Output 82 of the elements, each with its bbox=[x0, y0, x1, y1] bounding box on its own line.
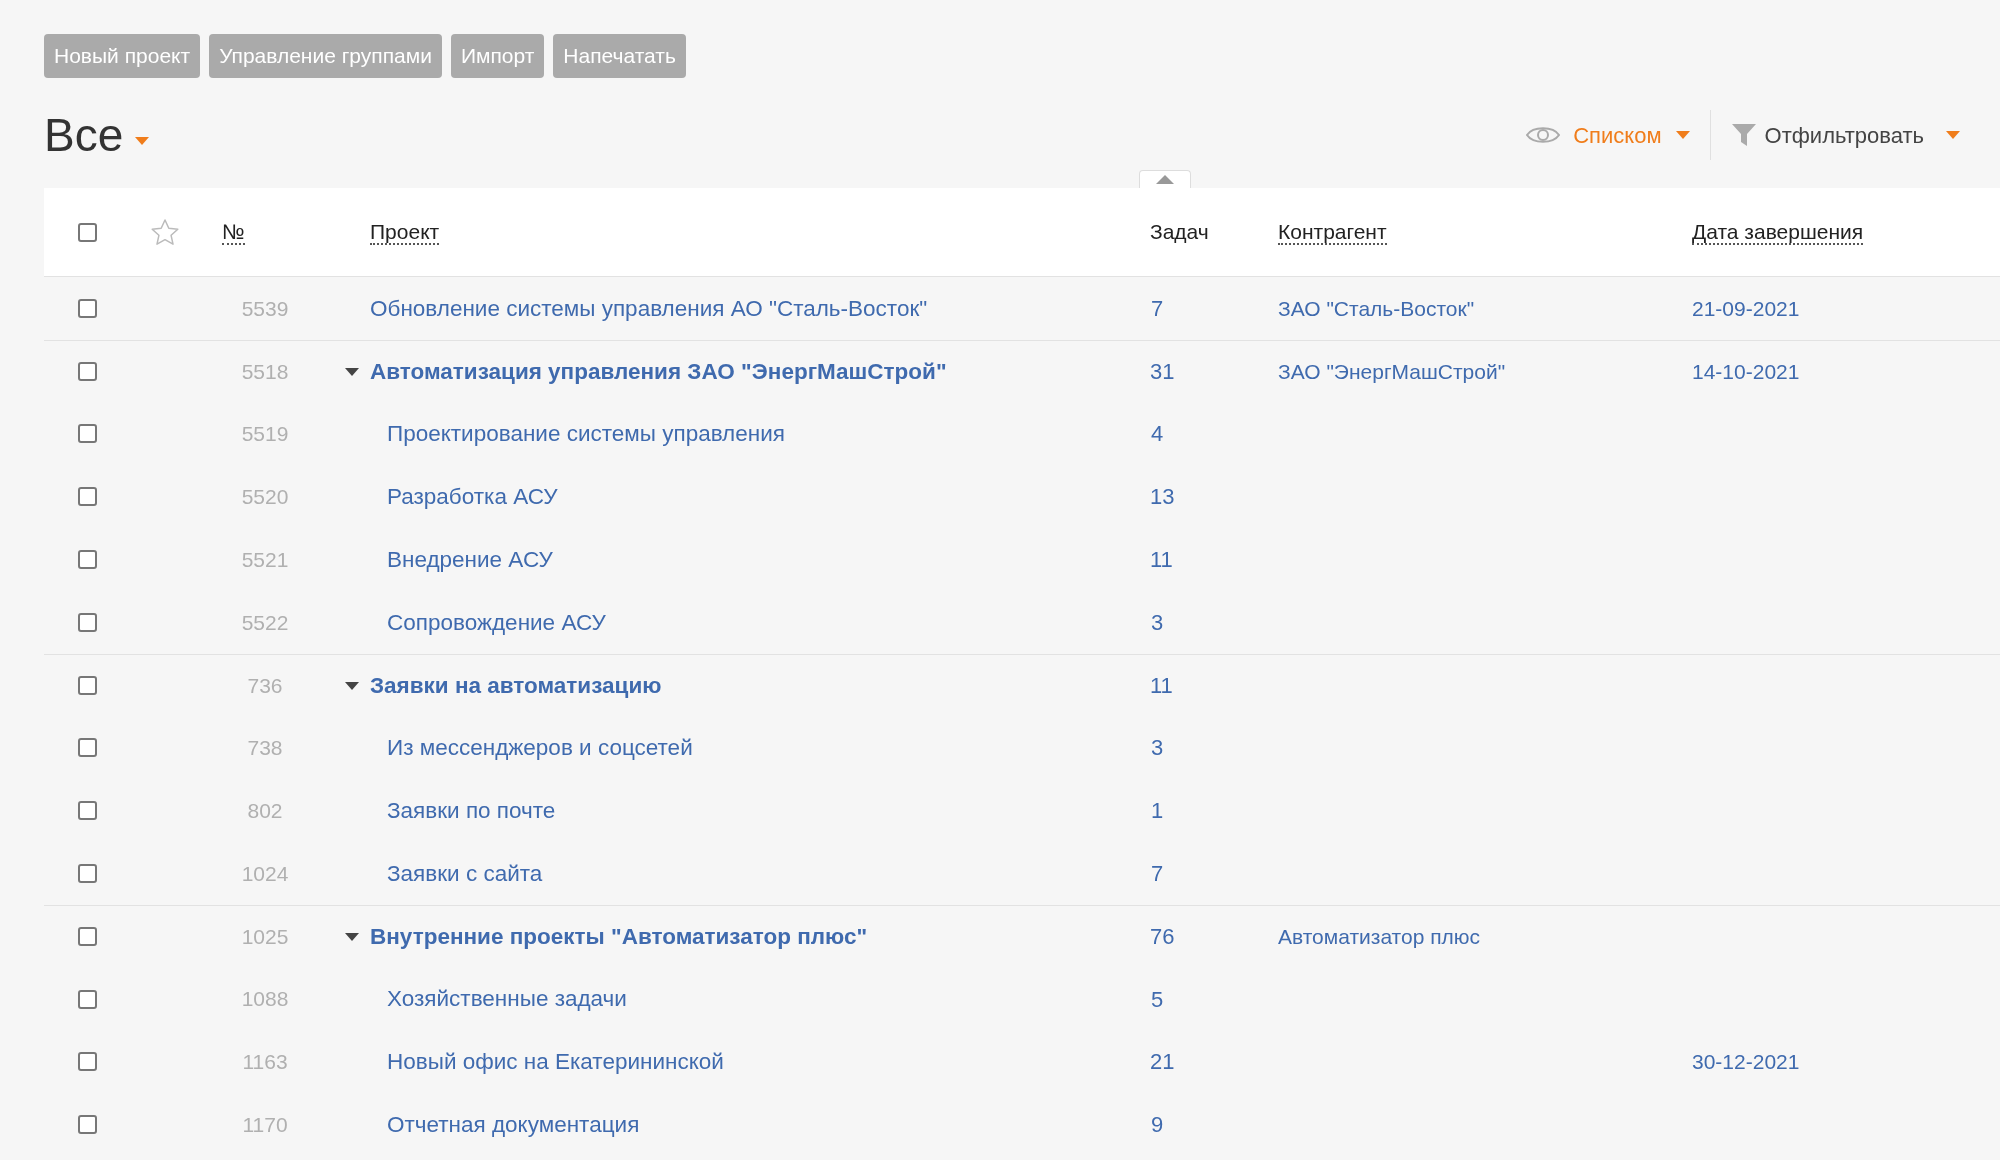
project-link[interactable]: Внедрение АСУ bbox=[387, 542, 553, 577]
task-count: 9 bbox=[1150, 1111, 1164, 1140]
checkbox[interactable] bbox=[77, 487, 97, 507]
checkbox[interactable] bbox=[77, 801, 97, 821]
row-number: 5518 bbox=[241, 358, 289, 385]
checkbox[interactable] bbox=[77, 676, 97, 696]
project-link[interactable]: Разработка АСУ bbox=[387, 479, 558, 514]
task-count: 13 bbox=[1150, 483, 1175, 512]
eye-icon bbox=[1525, 124, 1562, 146]
task-count: 4 bbox=[1150, 420, 1164, 449]
project-link[interactable]: Заявки на автоматизацию bbox=[370, 668, 662, 703]
project-link[interactable]: Обновление системы управления АО "Сталь-Восток" bbox=[370, 291, 928, 326]
checkbox[interactable] bbox=[77, 550, 97, 570]
checkbox[interactable] bbox=[77, 612, 97, 632]
select-all-checkbox[interactable] bbox=[77, 222, 97, 242]
project-link[interactable]: Проектирование системы управления bbox=[387, 417, 785, 451]
caret-down-icon bbox=[1946, 131, 1960, 139]
row-number: 738 bbox=[247, 735, 283, 762]
filter-dropdown[interactable]: Отфильтровать bbox=[1764, 118, 1960, 152]
checkbox[interactable] bbox=[77, 424, 97, 444]
checkbox[interactable] bbox=[77, 298, 97, 318]
project-link[interactable]: Новый офис на Екатерининской bbox=[387, 1045, 724, 1079]
checkbox[interactable] bbox=[77, 738, 97, 758]
column-header[interactable]: Дата завершения bbox=[1692, 219, 1864, 245]
caret-icon[interactable] bbox=[344, 931, 360, 942]
end-date: 14-10-2021 bbox=[1692, 359, 1800, 383]
caret-up-icon bbox=[1156, 175, 1174, 184]
caret-down-icon[interactable] bbox=[135, 137, 150, 145]
checkbox[interactable] bbox=[77, 864, 97, 884]
column-header: Задач bbox=[1150, 220, 1209, 244]
project-link[interactable]: Сопровождение АСУ bbox=[387, 605, 606, 640]
filter-icon bbox=[1730, 122, 1757, 148]
caret-icon[interactable] bbox=[344, 366, 360, 377]
caret-down-icon bbox=[1675, 131, 1690, 139]
project-link[interactable]: Автоматизация управления ЗАО "ЭнергМашСтрой" bbox=[370, 354, 947, 389]
checkbox[interactable] bbox=[77, 927, 97, 947]
checkbox[interactable] bbox=[77, 1115, 97, 1135]
row-number: 5539 bbox=[241, 295, 289, 322]
star-icon[interactable] bbox=[151, 218, 179, 246]
project-link[interactable]: Заявки с сайта bbox=[387, 856, 543, 891]
row-number: 802 bbox=[247, 798, 283, 824]
row-number: 5521 bbox=[241, 546, 289, 573]
task-count: 3 bbox=[1150, 734, 1164, 763]
project-link[interactable]: Заявки по почте bbox=[387, 793, 556, 828]
checkbox[interactable] bbox=[77, 1052, 97, 1072]
project-link[interactable]: Отчетная документация bbox=[387, 1107, 640, 1142]
collapse-tab[interactable] bbox=[1139, 170, 1191, 188]
task-count: 1 bbox=[1150, 797, 1164, 826]
task-count: 31 bbox=[1150, 358, 1175, 387]
row-number: 1170 bbox=[242, 1112, 288, 1138]
column-header[interactable]: Проект bbox=[370, 219, 440, 245]
counterparty-link[interactable]: Автоматизатор плюс bbox=[1278, 925, 1481, 949]
column-header[interactable]: № bbox=[222, 219, 245, 245]
row-number: 5522 bbox=[241, 609, 289, 636]
row-number: 1163 bbox=[242, 1049, 288, 1076]
checkbox[interactable] bbox=[77, 989, 97, 1009]
row-number: 5519 bbox=[241, 421, 289, 448]
row-number: 5520 bbox=[241, 484, 289, 511]
task-count: 11 bbox=[1150, 672, 1173, 701]
caret-icon[interactable] bbox=[344, 680, 360, 691]
task-count: 76 bbox=[1150, 923, 1175, 952]
project-link[interactable]: Хозяйственные задачи bbox=[387, 982, 627, 1017]
project-link[interactable]: Из мессенджеров и соцсетей bbox=[387, 731, 693, 765]
counterparty-link[interactable]: ЗАО "ЭнергМашСтрой" bbox=[1278, 359, 1506, 383]
task-count: 3 bbox=[1150, 608, 1164, 637]
end-date: 30-12-2021 bbox=[1692, 1050, 1800, 1074]
row-number: 1024 bbox=[241, 860, 289, 887]
task-count: 5 bbox=[1150, 985, 1164, 1014]
task-count: 7 bbox=[1150, 860, 1164, 889]
column-header[interactable]: Контрагент bbox=[1278, 219, 1387, 245]
view-title: Все bbox=[44, 107, 124, 163]
row-number: 736 bbox=[247, 672, 283, 699]
row-number: 1088 bbox=[241, 986, 289, 1013]
view-mode-dropdown[interactable]: Списком bbox=[1573, 118, 1690, 152]
row-number: 1025 bbox=[241, 924, 289, 951]
task-count: 21 bbox=[1150, 1048, 1175, 1077]
task-count: 7 bbox=[1150, 294, 1164, 323]
project-link[interactable]: Внутренние проекты "Автоматизатор плюс" bbox=[370, 920, 868, 954]
end-date: 21-09-2021 bbox=[1692, 296, 1800, 320]
checkbox[interactable] bbox=[77, 362, 97, 382]
counterparty-link[interactable]: ЗАО "Сталь-Восток" bbox=[1278, 296, 1475, 320]
task-count: 11 bbox=[1150, 546, 1173, 575]
